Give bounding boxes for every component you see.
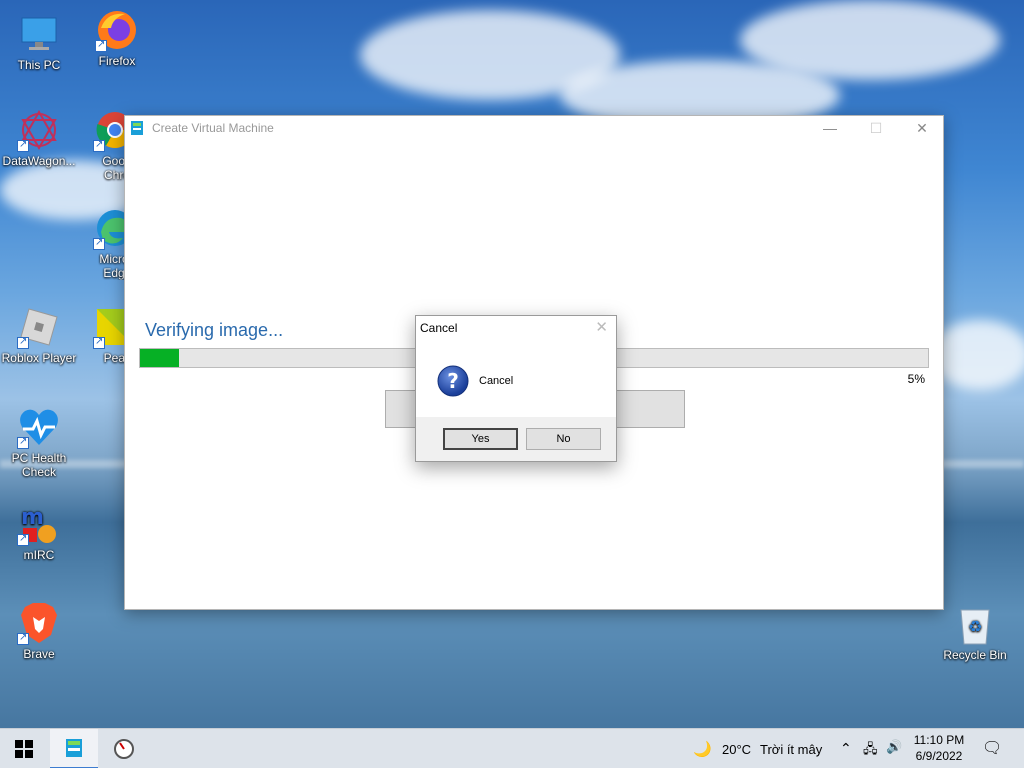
- windows-logo-icon: [15, 740, 33, 758]
- shortcut-arrow-icon: [95, 38, 107, 52]
- svg-text:♻: ♻: [968, 617, 982, 636]
- desktop-icon-label: DataWagon...: [2, 154, 76, 168]
- desktop-icon-firefox[interactable]: Firefox: [77, 8, 157, 68]
- desktop-icon-label: Roblox Player: [1, 351, 77, 365]
- progress-percent: 5%: [907, 372, 925, 386]
- brave-lion-icon: [17, 601, 61, 645]
- shortcut-arrow-icon: [17, 138, 29, 152]
- svg-text:?: ?: [447, 369, 459, 393]
- roblox-icon: [17, 305, 61, 349]
- taskbar-app-clock[interactable]: [100, 729, 148, 768]
- shortcut-arrow-icon: [17, 435, 29, 449]
- datawagon-icon: [17, 108, 61, 152]
- shortcut-arrow-icon: [93, 138, 105, 152]
- maximize-button[interactable]: ☐: [853, 116, 899, 140]
- taskbar-app-create-vm[interactable]: [50, 729, 98, 768]
- no-button[interactable]: No: [526, 428, 601, 450]
- desktop-icon-label: This PC: [17, 58, 61, 72]
- progress-fill: [140, 349, 180, 367]
- chrome-icon: [93, 108, 127, 152]
- edge-icon: [93, 206, 127, 250]
- desktop-icon-this-pc[interactable]: This PC: [0, 12, 79, 72]
- recycle-bin-icon: ♻: [953, 602, 997, 646]
- desktop-icon-label: Micro Edg: [99, 252, 127, 280]
- desktop-icon-recycle-bin[interactable]: ♻ Recycle Bin: [935, 602, 1015, 662]
- dialog-close-icon[interactable]: ✕: [595, 318, 608, 336]
- app-icon: [131, 121, 143, 135]
- weather-moon-icon[interactable]: 🌙: [693, 740, 712, 758]
- shortcut-arrow-icon: [17, 532, 29, 546]
- wallpaper-cloud: [930, 320, 1024, 390]
- shortcut-arrow-icon: [17, 335, 29, 349]
- desktop-icon-label: PeaZ: [103, 351, 124, 365]
- app-icon: [66, 739, 82, 757]
- taskbar: 🌙 20°C Trời ít mây ⌃ 🖧 🔊 11:10 PM 6/9/20…: [0, 728, 1024, 768]
- monitor-icon: [17, 12, 61, 56]
- desktop-icon-chrome[interactable]: Goog Chro: [77, 108, 127, 182]
- desktop-icon-roblox[interactable]: Roblox Player: [0, 305, 79, 365]
- gauge-icon: [114, 739, 134, 759]
- desktop-icon-brave[interactable]: Brave: [0, 601, 79, 661]
- dialog-message: Cancel: [479, 375, 514, 387]
- mirc-icon: m: [17, 502, 61, 546]
- dialog-footer: Yes No: [416, 417, 616, 461]
- minimize-button[interactable]: —: [807, 116, 853, 140]
- volume-icon[interactable]: 🔊: [886, 739, 902, 755]
- firefox-icon: [95, 8, 139, 52]
- cancel-dialog: Cancel ✕ ? Cancel Yes No: [415, 315, 617, 462]
- shortcut-arrow-icon: [93, 236, 105, 250]
- desktop-icon-mirc[interactable]: m mIRC: [0, 502, 79, 562]
- clock-date: 6/9/2022: [915, 749, 963, 763]
- dialog-title: Cancel: [420, 321, 458, 335]
- desktop-icon-label: Brave: [23, 647, 55, 661]
- peazip-icon: [93, 305, 124, 349]
- weather-desc[interactable]: Trời ít mây: [760, 742, 822, 757]
- desktop-icon-label: PC Health Check: [11, 451, 67, 479]
- desktop-icon-peazip[interactable]: PeaZ: [77, 305, 124, 365]
- shortcut-arrow-icon: [17, 631, 29, 645]
- chevron-up-icon[interactable]: ⌃: [840, 740, 852, 757]
- desktop-icon-label: mIRC: [23, 548, 55, 562]
- clock[interactable]: 11:10 PM 6/9/2022: [912, 732, 966, 764]
- desktop-icon-datawagon[interactable]: DataWagon...: [0, 108, 79, 168]
- weather-temp[interactable]: 20°C: [722, 742, 751, 757]
- clock-time: 11:10 PM: [913, 733, 965, 747]
- svg-text:m: m: [21, 505, 44, 530]
- wallpaper-cloud: [740, 0, 1000, 80]
- network-icon[interactable]: 🖧: [863, 740, 878, 762]
- desktop-icon-label: Goog Chro: [102, 154, 127, 182]
- close-button[interactable]: ✕: [899, 116, 945, 140]
- window-titlebar[interactable]: Create Virtual Machine — ☐ ✕: [125, 116, 943, 140]
- question-icon: ?: [437, 365, 469, 397]
- window-title: Create Virtual Machine: [152, 121, 274, 135]
- start-button[interactable]: [0, 729, 48, 768]
- yes-button[interactable]: Yes: [443, 428, 518, 450]
- desktop-icon-label: Firefox: [98, 54, 136, 68]
- shortcut-arrow-icon: [93, 335, 105, 349]
- heart-pulse-icon: [17, 405, 61, 449]
- desktop-icon-pc-health-check[interactable]: PC Health Check: [0, 405, 79, 479]
- desktop-icon-edge[interactable]: Micro Edg: [77, 206, 127, 280]
- status-label: Verifying image...: [145, 320, 284, 340]
- desktop-icon-label: Recycle Bin: [943, 648, 1007, 662]
- notification-icon[interactable]: 🗨: [982, 738, 1002, 758]
